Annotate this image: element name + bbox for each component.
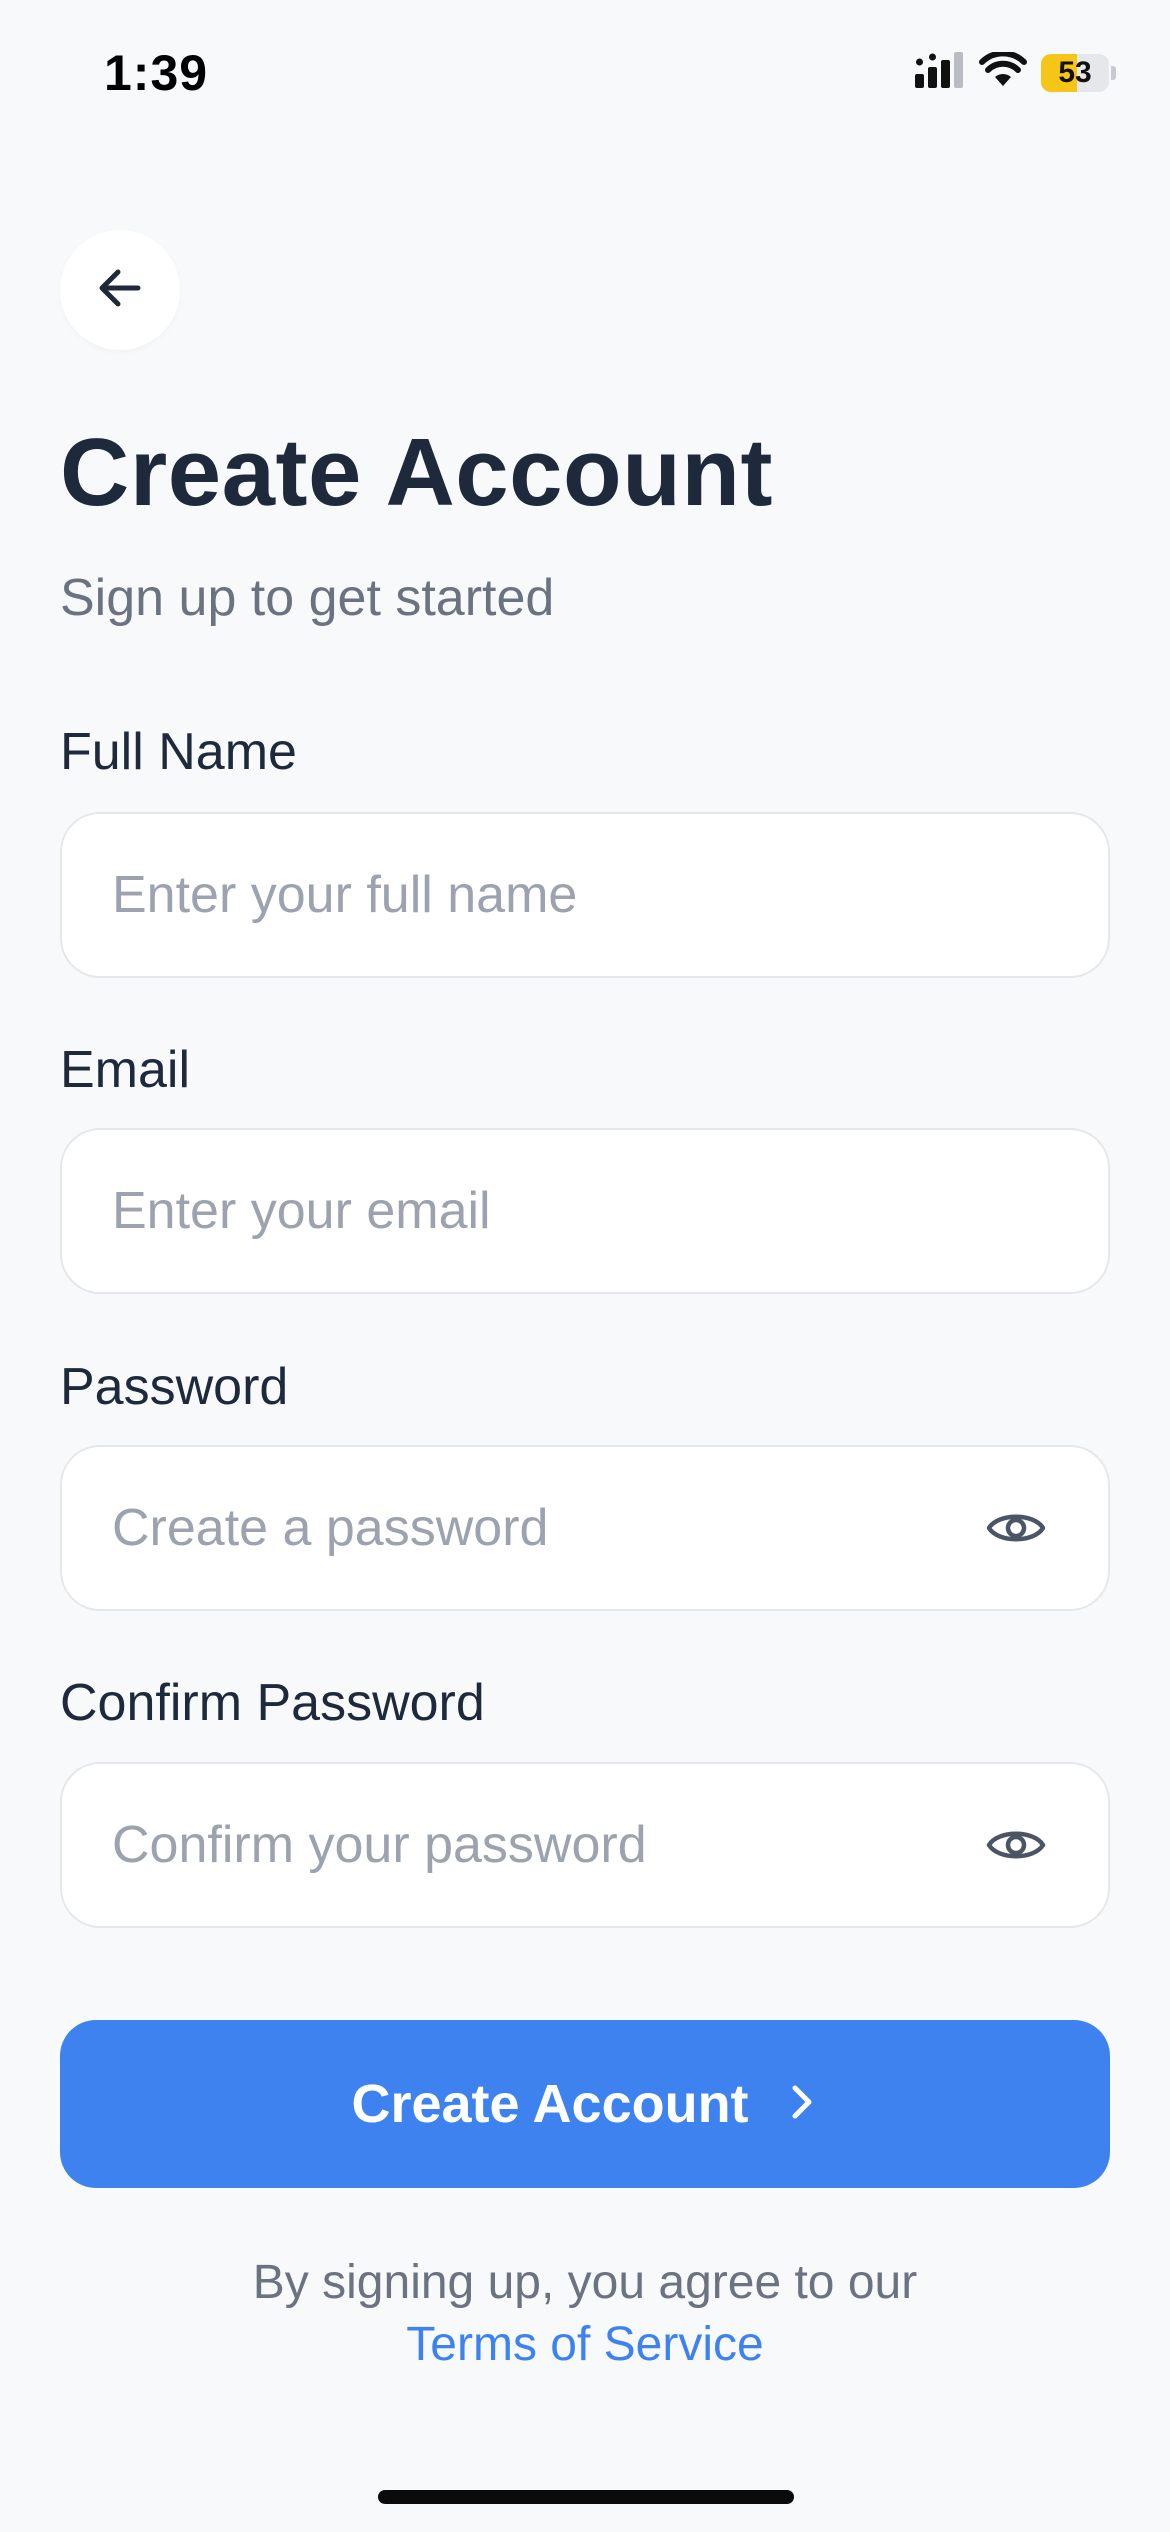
confirm-password-field[interactable] — [60, 1762, 1110, 1928]
full-name-input[interactable] — [112, 865, 1048, 925]
email-label: Email — [60, 1041, 191, 1099]
chevron-right-icon — [783, 2080, 819, 2129]
email-input[interactable] — [112, 1181, 1048, 1241]
password-label: Password — [60, 1358, 289, 1416]
terms-of-service-link[interactable]: Terms of Service — [406, 2314, 763, 2376]
create-account-button-label: Create Account — [351, 2074, 749, 2134]
battery-level: 53 — [1058, 55, 1092, 89]
password-visibility-toggle[interactable] — [984, 1496, 1048, 1560]
terms-footer: By signing up, you agree to our Terms of… — [0, 2252, 1170, 2376]
back-button[interactable] — [60, 230, 180, 350]
cellular-signal-icon — [915, 52, 965, 93]
password-field[interactable] — [60, 1445, 1110, 1611]
eye-icon — [986, 1831, 1046, 1859]
battery-nub — [1111, 65, 1116, 80]
status-icons: 53 — [915, 50, 1116, 93]
arrow-left-icon — [92, 260, 148, 321]
full-name-label: Full Name — [60, 723, 297, 781]
confirm-password-label: Confirm Password — [60, 1674, 485, 1732]
wifi-icon — [979, 50, 1027, 93]
page-subtitle: Sign up to get started — [60, 569, 555, 627]
full-name-field[interactable] — [60, 812, 1110, 978]
home-indicator — [378, 2490, 794, 2504]
confirm-password-input[interactable] — [112, 1815, 964, 1875]
confirm-password-visibility-toggle[interactable] — [984, 1813, 1048, 1877]
page-title: Create Account — [60, 419, 773, 526]
battery-icon: 53 — [1041, 53, 1109, 92]
agreement-text: By signing up, you agree to our — [252, 2256, 918, 2309]
email-field[interactable] — [60, 1128, 1110, 1294]
create-account-button[interactable]: Create Account — [60, 2020, 1110, 2188]
password-input[interactable] — [112, 1498, 964, 1558]
status-time: 1:39 — [104, 45, 209, 101]
status-bar: 1:39 53 — [0, 0, 1170, 150]
eye-icon — [986, 1514, 1046, 1542]
